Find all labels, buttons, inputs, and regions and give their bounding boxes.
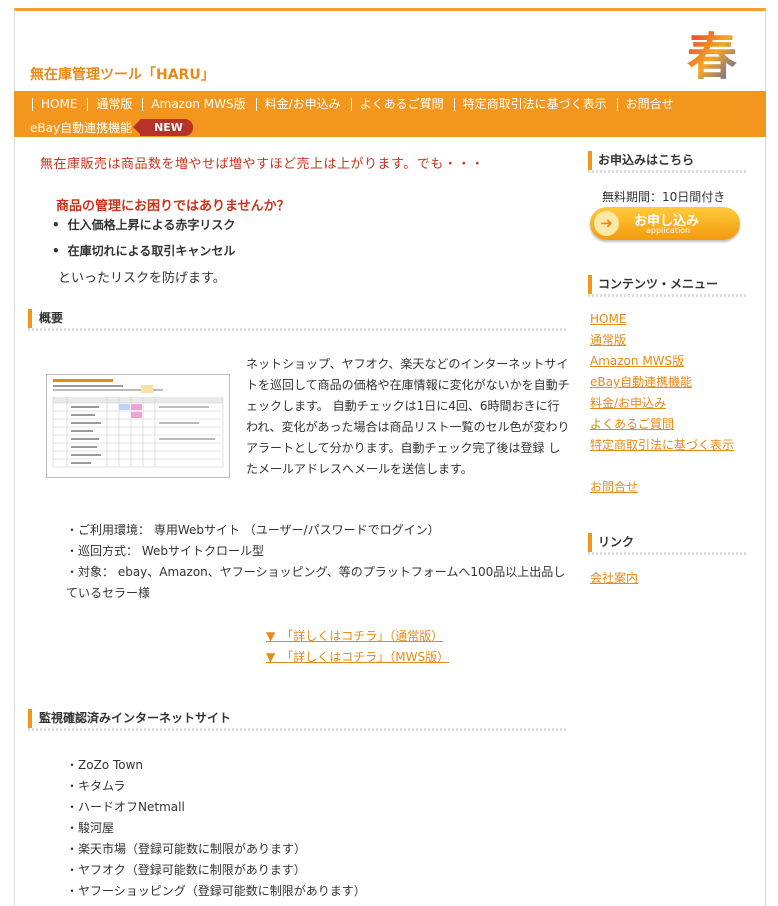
nav-pricing[interactable]: 料金/お申込み: [255, 98, 351, 111]
sidebar-menu-legal[interactable]: 特定商取引法に基づく表示: [590, 435, 746, 456]
logo: 春: [682, 20, 742, 90]
sidebar-menu-pricing[interactable]: 料金/お申込み: [590, 393, 746, 414]
nav-row: HOME 通常版 Amazon MWS版 料金/お申込み よくあるご質問 特定商…: [32, 95, 766, 114]
trial-period-text: 無料期間：10日間付き: [602, 190, 726, 204]
nav-contact[interactable]: お問合せ: [616, 98, 684, 111]
section-heading-monitored: 監視確認済みインターネットサイト: [28, 709, 566, 731]
spec-crawl-method: ・巡回方式： Webサイトクロール型: [66, 544, 264, 558]
overview-description: ネットショップ、ヤフオク、楽天などのインターネットサイトを巡回して商品の価格や在…: [246, 357, 570, 476]
list-item: ・ヤフーショッピング（登録可能数に制限があります）: [66, 884, 366, 898]
spring-kanji-logo-icon: 春: [687, 27, 737, 86]
nav-home[interactable]: HOME: [32, 98, 87, 111]
arrow-right-icon: ➜: [594, 211, 619, 236]
intro-lead: 無在庫販売は商品数を増やせば増やすほど売上は上がります。でも・・・: [40, 157, 485, 172]
list-item: ・楽天市場（登録可能数に制限があります）: [66, 842, 307, 856]
apply-button[interactable]: ➜ お申し込み application: [590, 207, 740, 240]
apply-button-sublabel: application: [646, 226, 691, 235]
nav-standard[interactable]: 通常版: [87, 98, 142, 111]
spec-target: ・対象： ebay、Amazon、ヤフーショッピング、等のプラットフォームへ10…: [66, 565, 566, 600]
nav-amazon-mws[interactable]: Amazon MWS版: [142, 98, 255, 111]
global-nav: HOME 通常版 Amazon MWS版 料金/お申込み よくあるご質問 特定商…: [14, 91, 766, 137]
screenshot-thumbnail[interactable]: [46, 374, 230, 478]
logo-glyph: 春: [687, 27, 737, 86]
sidebar-menu-faq[interactable]: よくあるご質問: [590, 414, 746, 435]
risk-item: 仕入価格上昇による赤字リスク: [52, 216, 236, 233]
sidebar-heading-menu: コンテンツ・メニュー: [588, 275, 746, 297]
risk-item: 在庫切れによる取引キャンセル: [52, 242, 236, 259]
sidebar-heading-links: リンク: [588, 533, 746, 555]
monitored-site-list: ・ZoZo Town ・キタムラ ・ハードオフNetmall ・駿河屋 ・楽天市…: [66, 755, 366, 902]
intro-question: 商品の管理にお困りではありませんか？: [56, 199, 290, 214]
sidebar-menu-ebay[interactable]: eBay自動連携機能: [590, 372, 746, 393]
list-item: ・ヤフオク（登録可能数に制限があります）: [66, 863, 306, 877]
details-link-standard[interactable]: ▼ 「詳しくはコチラ」（通常版）: [266, 627, 443, 644]
list-item: ・キタムラ: [66, 779, 126, 793]
list-item: ・ZoZo Town: [66, 758, 143, 772]
sidebar-menu-amazon-mws[interactable]: Amazon MWS版: [590, 351, 746, 372]
intro-conclusion: といったリスクを防げます。: [58, 271, 226, 286]
details-link-mws[interactable]: ▼ 「詳しくはコチラ」（MWS版）: [266, 648, 449, 665]
sidebar-menu-contact[interactable]: お問合せ: [590, 477, 746, 498]
spec-environment: ・ご利用環境： 専用Webサイト （ユーザー/パスワードでログイン）: [66, 523, 440, 537]
list-item: ・駿河屋: [66, 821, 115, 835]
sidebar-link-company[interactable]: 会社案内: [590, 568, 746, 589]
nav-row-2: eBay自動連携機能 NEW: [30, 117, 766, 137]
sidebar-heading-apply: お申込みはこちら: [588, 151, 746, 173]
sidebar-menu-home[interactable]: HOME: [590, 309, 746, 330]
sidebar-menu-standard[interactable]: 通常版: [590, 330, 746, 351]
nav-legal[interactable]: 特定商取引法に基づく表示: [453, 98, 617, 111]
product-list-preview-icon: [47, 375, 229, 477]
new-badge: NEW: [133, 118, 193, 136]
list-item: ・ハードオフNetmall: [66, 800, 185, 814]
site-title[interactable]: 無在庫管理ツール「HARU」: [30, 64, 215, 84]
nav-faq[interactable]: よくあるご質問: [350, 98, 454, 111]
nav-ebay[interactable]: eBay自動連携機能: [30, 119, 132, 136]
section-heading-overview: 概要: [28, 309, 566, 331]
